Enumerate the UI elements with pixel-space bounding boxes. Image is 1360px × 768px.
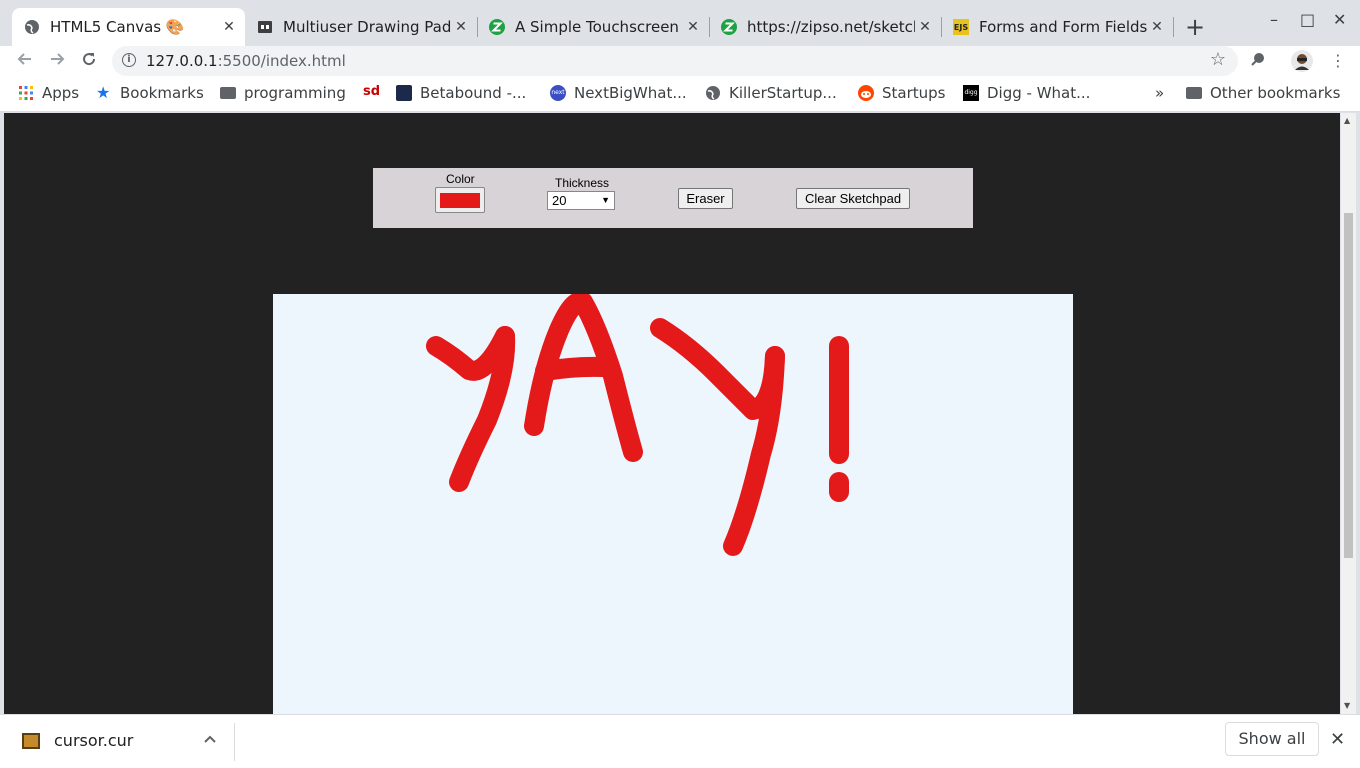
sd-icon: sd [363, 84, 381, 99]
tab-title: https://zipso.net/sketch [747, 18, 915, 36]
reload-icon[interactable] [80, 50, 98, 73]
tab-title: Forms and Form Fields [979, 18, 1147, 36]
url-text: 127.0.0.1:5500/index.html [146, 52, 346, 70]
ejs-icon: EJS [953, 19, 969, 35]
sketch-controls-panel: Color Thickness 20 ▼ Eraser Clear Sketch… [373, 168, 973, 228]
tab-multiuser-drawing-pad[interactable]: Multiuser Drawing Pad ✕ [245, 8, 477, 46]
bookmark-programming[interactable]: programming [220, 84, 346, 102]
bookmark-apps[interactable]: Apps [18, 84, 79, 102]
close-icon[interactable]: ✕ [1330, 729, 1345, 750]
tab-html5-canvas[interactable]: HTML5 Canvas 🎨 ✕ [12, 8, 245, 46]
yay-drawing [426, 291, 849, 556]
bookmark-label: Digg - What... [987, 84, 1091, 102]
menu-kebab-icon[interactable]: ⋮ [1330, 51, 1346, 70]
browser-toolbar: i 127.0.0.1:5500/index.html ☆ ⋮ [0, 46, 1360, 78]
download-item[interactable]: cursor.cur [22, 731, 133, 750]
apps-grid-icon [18, 85, 34, 101]
scrollbar-thumb[interactable] [1344, 213, 1353, 558]
tab-strip: HTML5 Canvas 🎨 ✕ Multiuser Drawing Pad ✕… [0, 0, 1360, 46]
close-icon[interactable]: ✕ [915, 19, 935, 35]
bookmarks-bar: Apps ★ Bookmarks programming sd Betaboun… [0, 78, 1360, 112]
download-filename: cursor.cur [54, 731, 134, 750]
tab-zipso-sketch[interactable]: https://zipso.net/sketch ✕ [709, 8, 941, 46]
tab-forms-and-form-fields[interactable]: EJS Forms and Form Fields ✕ [941, 8, 1173, 46]
bookmark-nextbigwhat[interactable]: next NextBigWhat... [550, 84, 687, 102]
tab-title: A Simple Touchscreen [515, 18, 679, 36]
close-icon[interactable]: ✕ [1147, 19, 1167, 35]
address-bar[interactable]: i 127.0.0.1:5500/index.html ☆ [112, 46, 1238, 76]
bookmark-other-bookmarks[interactable]: Other bookmarks [1186, 84, 1340, 102]
drawn-stroke [650, 318, 785, 420]
star-icon[interactable]: ☆ [1210, 49, 1226, 70]
bookmark-label: Bookmarks [120, 84, 204, 102]
scroll-down-arrow-icon[interactable]: ▼ [1344, 701, 1350, 710]
chevron-up-icon[interactable] [203, 729, 217, 748]
globe-icon [24, 19, 40, 35]
forward-arrow-icon[interactable] [48, 50, 66, 73]
close-icon[interactable]: ✕ [451, 19, 471, 35]
bookmark-label: Betabound -... [420, 84, 527, 102]
eraser-button[interactable]: Eraser [678, 188, 733, 209]
file-icon [22, 732, 40, 749]
color-swatch [440, 193, 480, 208]
avatar[interactable] [1291, 50, 1313, 76]
download-bar: cursor.cur Show all ✕ [0, 714, 1360, 768]
bookmark-label: programming [244, 84, 346, 102]
clear-sketchpad-button[interactable]: Clear Sketchpad [796, 188, 910, 209]
tab-separator [1173, 17, 1174, 37]
new-tab-button[interactable]: + [1185, 13, 1205, 41]
zipso-icon [721, 19, 737, 35]
close-icon[interactable]: ✕ [683, 19, 703, 35]
color-picker[interactable] [435, 187, 485, 213]
bookmark-label: Apps [42, 84, 80, 102]
folder-icon [1186, 87, 1202, 99]
bookmark-label: KillerStartup... [729, 84, 837, 102]
drawn-stroke [535, 356, 613, 381]
thickness-value: 20 [552, 193, 567, 208]
star-icon: ★ [96, 83, 111, 102]
nextbigwhat-icon: next [550, 85, 566, 101]
reddit-icon [858, 85, 874, 101]
minimize-button[interactable]: – [1270, 10, 1278, 29]
bookmarks-overflow-button[interactable]: » [1155, 84, 1164, 102]
maximize-button[interactable]: □ [1300, 10, 1315, 29]
bookmark-label: Other bookmarks [1210, 84, 1341, 102]
extension-icon[interactable] [1250, 51, 1266, 71]
globe-icon [705, 85, 721, 101]
betabound-icon [396, 85, 412, 101]
info-icon[interactable]: i [122, 53, 136, 67]
folder-icon [220, 87, 236, 99]
digg-icon: digg [963, 85, 979, 101]
scroll-up-arrow-icon[interactable]: ▲ [1344, 116, 1350, 125]
bookmark-betabound[interactable]: Betabound -... [396, 84, 526, 102]
bookmark-label: Startups [882, 84, 946, 102]
tab-title: HTML5 Canvas 🎨 [50, 18, 185, 36]
tab-simple-touchscreen[interactable]: A Simple Touchscreen ✕ [477, 8, 709, 46]
divider [234, 723, 235, 761]
bookmark-digg[interactable]: digg Digg - What... [963, 84, 1090, 102]
page-scrollbar[interactable]: ▲ ▼ [1341, 113, 1356, 714]
thickness-label: Thickness [555, 176, 610, 190]
bookmark-label: NextBigWhat... [574, 84, 687, 102]
sketch-canvas[interactable] [273, 291, 1073, 714]
bookmark-killerstartups[interactable]: KillerStartup... [705, 84, 837, 102]
window-close-button[interactable]: ✕ [1333, 10, 1346, 29]
bookmark-bookmarks[interactable]: ★ Bookmarks [96, 84, 204, 102]
zipso-icon [489, 19, 505, 35]
tab-title: Multiuser Drawing Pad [283, 18, 451, 36]
bookmark-startups[interactable]: Startups [858, 84, 946, 102]
codepen-icon [257, 19, 273, 35]
thickness-select[interactable]: 20 ▼ [547, 191, 615, 210]
back-arrow-icon[interactable] [16, 50, 34, 73]
bookmark-sd[interactable]: sd [363, 84, 387, 100]
dropdown-arrow-icon: ▼ [601, 195, 610, 205]
show-all-button[interactable]: Show all [1225, 722, 1319, 756]
close-icon[interactable]: ✕ [219, 19, 239, 35]
color-label: Color [446, 172, 475, 186]
page-content: Color Thickness 20 ▼ Eraser Clear Sketch… [4, 113, 1340, 714]
